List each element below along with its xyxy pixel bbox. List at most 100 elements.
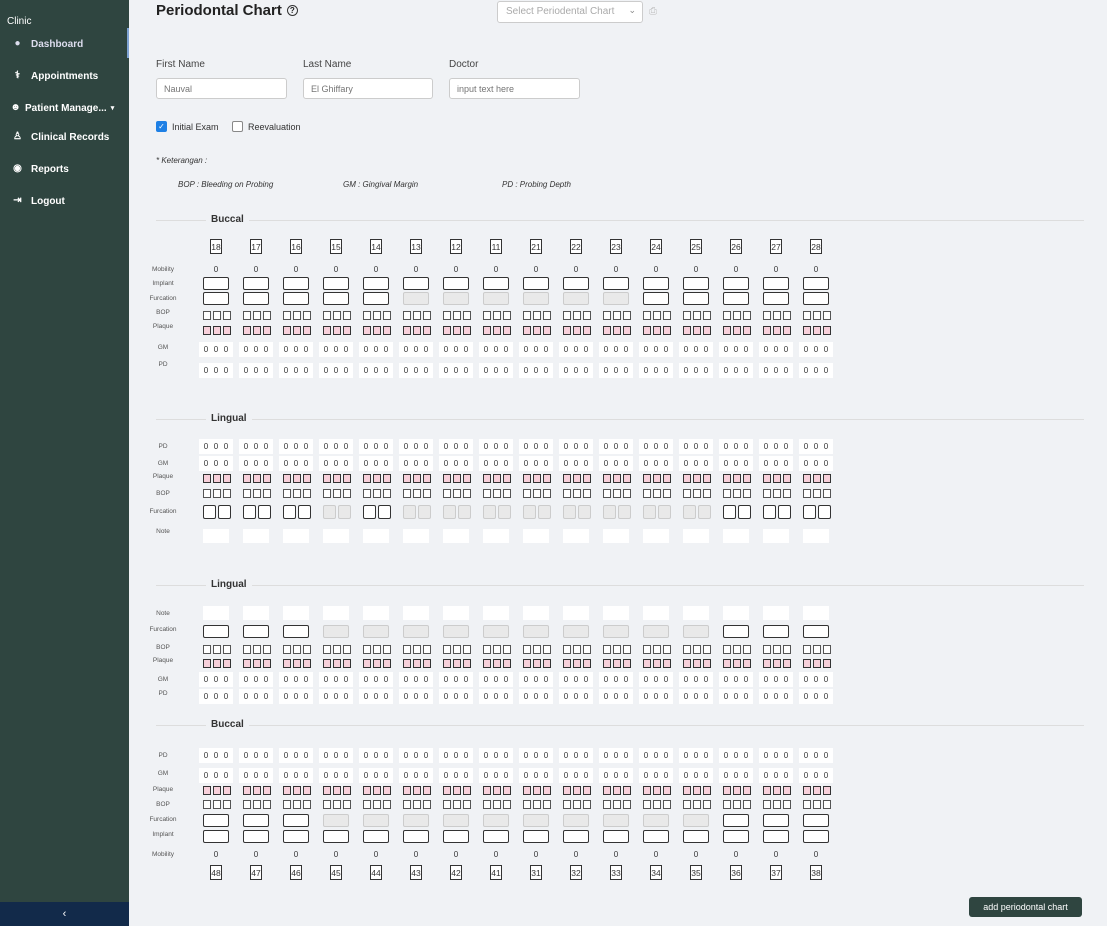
bop-checkbox[interactable] — [653, 489, 661, 498]
value[interactable]: 0 — [324, 771, 328, 780]
plaque-box[interactable] — [253, 326, 261, 335]
value[interactable]: 0 — [804, 692, 808, 701]
value[interactable]: 0 — [494, 459, 498, 468]
plaque-box[interactable] — [443, 326, 451, 335]
doctor-input[interactable] — [449, 78, 580, 99]
furcation-field[interactable] — [203, 292, 229, 305]
value[interactable]: 0 — [704, 459, 708, 468]
value[interactable]: 0 — [524, 459, 528, 468]
value[interactable]: 0 — [684, 675, 688, 684]
plaque-box[interactable] — [413, 474, 421, 483]
implant-field[interactable] — [443, 277, 469, 290]
plaque-box[interactable] — [733, 474, 741, 483]
plaque-box[interactable] — [733, 786, 741, 795]
value[interactable]: 0 — [814, 692, 818, 701]
value[interactable]: 0 — [574, 751, 578, 760]
value[interactable]: 0 — [364, 345, 368, 354]
value[interactable]: 0 — [684, 751, 688, 760]
value[interactable]: 0 — [344, 675, 348, 684]
plaque-box[interactable] — [703, 326, 711, 335]
value[interactable]: 0 — [494, 692, 498, 701]
bop-checkbox[interactable] — [523, 311, 531, 320]
bop-checkbox[interactable] — [703, 311, 711, 320]
bop-checkbox[interactable] — [823, 800, 831, 809]
pd-field[interactable]: 000 — [599, 439, 633, 454]
furcation-field[interactable] — [243, 292, 269, 305]
value[interactable]: 0 — [454, 751, 458, 760]
implant-field[interactable] — [723, 830, 749, 843]
value[interactable]: 0 — [364, 442, 368, 451]
value[interactable]: 0 — [624, 692, 628, 701]
plaque-box[interactable] — [623, 659, 631, 668]
implant-field[interactable] — [443, 830, 469, 843]
bop-checkbox[interactable] — [293, 311, 301, 320]
value[interactable]: 0 — [204, 751, 208, 760]
bop-checkbox[interactable] — [463, 311, 471, 320]
value[interactable]: 0 — [564, 675, 568, 684]
value[interactable]: 0 — [684, 459, 688, 468]
value[interactable]: 0 — [204, 771, 208, 780]
bop-checkbox[interactable] — [293, 489, 301, 498]
value[interactable]: 0 — [564, 442, 568, 451]
value[interactable]: 0 — [224, 675, 228, 684]
value[interactable]: 0 — [774, 459, 778, 468]
plaque-box[interactable] — [823, 659, 831, 668]
bop-checkbox[interactable] — [493, 489, 501, 498]
value[interactable]: 0 — [254, 459, 258, 468]
plaque-box[interactable] — [683, 474, 691, 483]
value[interactable]: 0 — [344, 459, 348, 468]
furcation-field[interactable] — [323, 292, 349, 305]
bop-checkbox[interactable] — [213, 800, 221, 809]
value[interactable]: 0 — [384, 771, 388, 780]
value[interactable]: 0 — [494, 675, 498, 684]
plaque-box[interactable] — [463, 474, 471, 483]
note-field[interactable] — [803, 606, 829, 620]
plaque-box[interactable] — [223, 659, 231, 668]
gm-field[interactable]: 000 — [759, 768, 793, 783]
value[interactable]: 0 — [734, 345, 738, 354]
bop-checkbox[interactable] — [263, 645, 271, 654]
value[interactable]: 0 — [484, 345, 488, 354]
value[interactable]: 0 — [614, 771, 618, 780]
pd-field[interactable]: 000 — [439, 439, 473, 454]
plaque-box[interactable] — [743, 659, 751, 668]
note-field[interactable] — [323, 606, 349, 620]
value[interactable]: 0 — [574, 771, 578, 780]
value[interactable]: 0 — [364, 459, 368, 468]
plaque-box[interactable] — [783, 786, 791, 795]
value[interactable]: 0 — [734, 675, 738, 684]
value[interactable]: 0 — [304, 692, 308, 701]
plaque-box[interactable] — [373, 474, 381, 483]
bop-checkbox[interactable] — [253, 800, 261, 809]
plaque-box[interactable] — [643, 786, 651, 795]
bop-checkbox[interactable] — [603, 311, 611, 320]
gm-field[interactable]: 000 — [199, 456, 233, 471]
plaque-box[interactable] — [213, 326, 221, 335]
plaque-box[interactable] — [723, 659, 731, 668]
furcation-field[interactable] — [723, 625, 749, 638]
value[interactable]: 0 — [534, 459, 538, 468]
value[interactable]: 0 — [414, 675, 418, 684]
value[interactable]: 0 — [464, 442, 468, 451]
bop-checkbox[interactable] — [213, 645, 221, 654]
value[interactable]: 0 — [384, 366, 388, 375]
bop-checkbox[interactable] — [483, 645, 491, 654]
bop-checkbox[interactable] — [503, 800, 511, 809]
plaque-box[interactable] — [743, 474, 751, 483]
value[interactable]: 0 — [344, 751, 348, 760]
value[interactable]: 0 — [614, 459, 618, 468]
value[interactable]: 0 — [324, 751, 328, 760]
plaque-box[interactable] — [583, 659, 591, 668]
plaque-box[interactable] — [723, 326, 731, 335]
plaque-box[interactable] — [383, 474, 391, 483]
plaque-box[interactable] — [643, 474, 651, 483]
pd-field[interactable]: 000 — [519, 363, 553, 378]
bop-checkbox[interactable] — [723, 489, 731, 498]
implant-field[interactable] — [683, 830, 709, 843]
plaque-box[interactable] — [383, 659, 391, 668]
plaque-box[interactable] — [663, 474, 671, 483]
value[interactable]: 0 — [404, 345, 408, 354]
plaque-box[interactable] — [263, 659, 271, 668]
plaque-box[interactable] — [303, 659, 311, 668]
value[interactable]: 0 — [614, 692, 618, 701]
